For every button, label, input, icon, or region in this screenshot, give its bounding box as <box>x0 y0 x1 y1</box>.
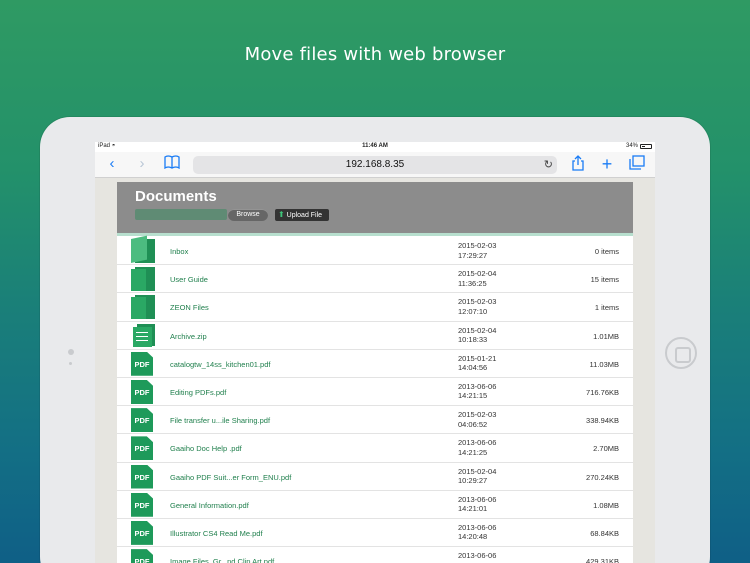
pdf-icon: PDF <box>131 379 157 404</box>
file-modified-date: 2015-02-04 11:36:25 <box>458 269 497 288</box>
pdf-icon: PDF <box>131 351 157 376</box>
url-text: 192.168.8.35 <box>345 159 405 170</box>
file-name-link[interactable]: Gaaiho Doc Help .pdf <box>170 444 242 453</box>
file-size: 1.01MB <box>593 331 619 341</box>
headline: Move files with web browser <box>244 44 506 65</box>
file-modified-date: 2013-06-06 14:20:48 <box>458 522 497 542</box>
file-name-link[interactable]: Image Files, Gr...nd Clip Art.pdf <box>170 557 274 563</box>
file-name-link[interactable]: Gaaiho PDF Suit...er Form_ENU.pdf <box>170 473 291 482</box>
file-name-link[interactable]: Inbox <box>170 247 188 256</box>
file-modified-date: 2015-02-03 04:06:52 <box>458 410 497 429</box>
file-size: 15 items <box>590 275 619 285</box>
page-title: Documents <box>135 188 217 205</box>
documents-page: Documents Browse ⬆ Upload File Inbox 2015… <box>117 182 633 563</box>
file-modified-date: 2015-02-04 10:18:33 <box>458 325 497 345</box>
documents-header: Documents Browse ⬆ Upload File <box>117 182 633 233</box>
file-row[interactable]: PDF General Information.pdf 2013-06-06 14:2… <box>117 491 633 519</box>
new-tab-icon[interactable]: + <box>599 155 615 173</box>
file-modified-date: 2013-06-06 14:21:01 <box>458 494 497 514</box>
file-row[interactable]: PDF File transfer u...ile Sharing.pdf 2015… <box>117 406 633 435</box>
pdf-icon: PDF <box>131 436 157 461</box>
file-size: 68.84KB <box>590 528 619 538</box>
file-modified-date: 2015-01-21 14:04:56 <box>458 353 497 373</box>
file-modified-date: 2013-06-06 14:21:15 <box>458 381 497 401</box>
battery-indicator: 34% <box>626 143 652 149</box>
file-modified-date: 2015-02-04 10:29:27 <box>458 466 497 486</box>
forward-arrow-icon[interactable]: › <box>135 155 149 173</box>
file-row[interactable]: PDF Image Files, Gr...nd Clip Art.pdf 2013… <box>117 547 633 563</box>
folder-icon <box>131 295 157 320</box>
reload-icon[interactable]: ↻ <box>544 156 553 174</box>
file-name-link[interactable]: User Guide <box>170 275 208 284</box>
file-name-link[interactable]: ZEON Files <box>170 303 209 312</box>
pdf-icon: PDF <box>131 464 157 489</box>
tabs-icon[interactable] <box>628 155 646 173</box>
home-button[interactable] <box>665 337 697 369</box>
file-modified-date: 2015-02-03 17:29:27 <box>458 241 497 260</box>
pdf-icon: PDF <box>131 549 157 563</box>
file-name-link[interactable]: Editing PDFs.pdf <box>170 388 226 397</box>
camera-dot <box>68 349 74 355</box>
file-size: 2.70MB <box>593 444 619 454</box>
file-modified-date: 2013-06-06 14:21:25 <box>458 438 497 457</box>
file-size: 270.24KB <box>586 472 619 482</box>
browse-button[interactable]: Browse <box>228 209 268 221</box>
file-row[interactable]: PDF catalogtw_14ss_kitchen01.pdf 2015-01-2… <box>117 350 633 378</box>
file-row[interactable]: User Guide 2015-02-04 11:36:25 15 items <box>117 265 633 294</box>
status-bar: iPad ◓ 11:46 AM 34% <box>95 142 655 152</box>
header-accent-line <box>117 233 633 236</box>
file-row[interactable]: PDF Gaaiho PDF Suit...er Form_ENU.pdf 2015… <box>117 463 633 491</box>
file-row[interactable]: PDF Illustrator CS4 Read Me.pdf 2013-06-06… <box>117 519 633 548</box>
bookmarks-icon[interactable] <box>163 155 181 173</box>
file-size: 338.94KB <box>586 416 619 426</box>
ipad-screen: iPad ◓ 11:46 AM 34% ‹ › 192.168.8.35 ↻ +… <box>95 142 655 563</box>
file-size: 1.08MB <box>593 500 619 510</box>
file-modified-date: 2015-02-03 12:07:10 <box>458 297 497 316</box>
battery-icon <box>640 143 652 149</box>
file-row[interactable]: PDF Editing PDFs.pdf 2013-06-06 14:21:15 716… <box>117 378 633 407</box>
folder-open-icon <box>131 235 157 263</box>
sensor-dot <box>69 362 72 365</box>
file-name-link[interactable]: File transfer u...ile Sharing.pdf <box>170 416 270 425</box>
clock: 11:46 AM <box>362 143 388 149</box>
file-size: 429.31KB <box>586 557 619 563</box>
address-bar[interactable]: 192.168.8.35 ↻ <box>193 156 557 174</box>
file-row[interactable]: Inbox 2015-02-03 17:29:27 0 items <box>117 235 633 266</box>
pdf-icon: PDF <box>131 520 157 545</box>
share-icon[interactable] <box>570 155 586 173</box>
pdf-icon: PDF <box>131 408 157 433</box>
file-size: 0 items <box>594 247 619 256</box>
file-list: Inbox 2015-02-03 17:29:27 0 items User Guide… <box>117 235 633 563</box>
file-name-link[interactable]: Illustrator CS4 Read Me.pdf <box>170 529 263 538</box>
zip-icon <box>131 323 157 348</box>
upload-file-button[interactable]: ⬆ Upload File <box>275 209 329 221</box>
file-row[interactable]: ZEON Files 2015-02-03 12:07:10 1 items <box>117 293 633 322</box>
file-size: 11.03MB <box>589 359 619 369</box>
file-modified-date: 2013-06-06 <box>458 551 497 561</box>
folder-icon <box>131 267 157 292</box>
file-size: 1 items <box>594 303 619 313</box>
browser-toolbar: ‹ › 192.168.8.35 ↻ + <box>95 152 655 178</box>
file-name-link[interactable]: catalogtw_14ss_kitchen01.pdf <box>170 360 271 369</box>
file-row[interactable]: PDF Gaaiho Doc Help .pdf 2013-06-06 14:21:2… <box>117 434 633 463</box>
upload-arrow-icon: ⬆ <box>278 210 285 219</box>
file-row[interactable]: Archive.zip 2015-02-04 10:18:33 1.01MB <box>117 322 633 350</box>
back-arrow-icon[interactable]: ‹ <box>105 155 119 173</box>
file-path-field[interactable] <box>135 209 227 220</box>
file-name-link[interactable]: General Information.pdf <box>170 501 249 510</box>
pdf-icon: PDF <box>131 492 157 517</box>
file-size: 716.76KB <box>586 387 619 397</box>
file-name-link[interactable]: Archive.zip <box>170 332 207 341</box>
